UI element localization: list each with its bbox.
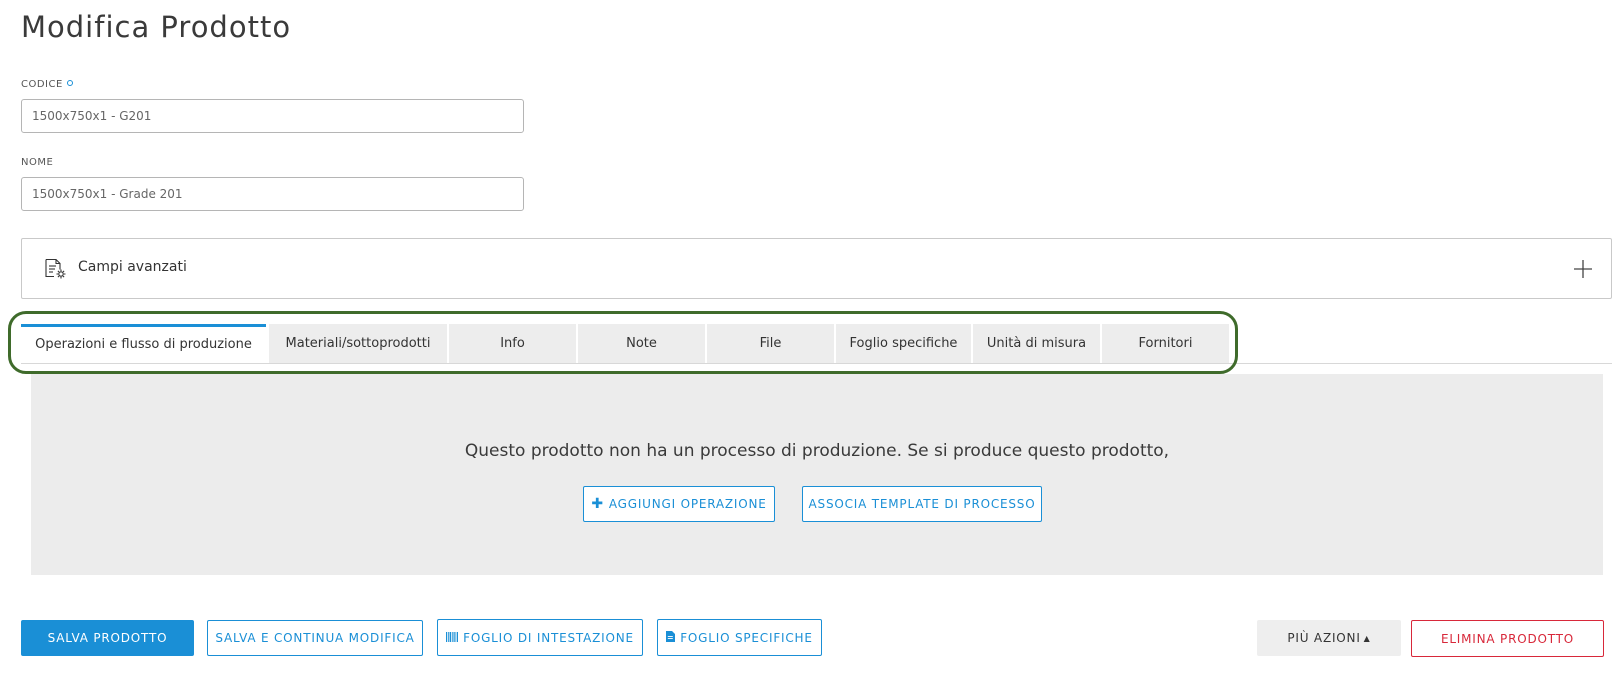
advanced-fields-label: Campi avanzati: [78, 259, 187, 275]
caret-up-icon: ▲: [1363, 633, 1371, 643]
tabs-divider: [21, 363, 1612, 364]
plus-icon: ✚: [591, 496, 604, 512]
more-actions-button[interactable]: PIÙ AZIONI ▲: [1257, 620, 1401, 656]
associate-template-button[interactable]: ASSOCIA TEMPLATE DI PROCESSO: [802, 486, 1042, 522]
tab-info[interactable]: Info: [449, 324, 576, 363]
tab-fornitori[interactable]: Fornitori: [1102, 324, 1229, 363]
tab-file[interactable]: File: [707, 324, 834, 363]
page-title: Modifica Prodotto: [21, 10, 292, 44]
document-settings-icon: [44, 258, 68, 284]
tab-operazioni[interactable]: Operazioni e flusso di produzione: [21, 324, 266, 363]
delete-product-button[interactable]: ELIMINA PRODOTTO: [1411, 620, 1604, 657]
header-sheet-button[interactable]: FOGLIO DI INTESTAZIONE: [437, 619, 643, 656]
tab-unita-misura[interactable]: Unità di misura: [973, 324, 1100, 363]
spec-sheet-button[interactable]: FOGLIO SPECIFICHE: [657, 619, 822, 656]
codice-input[interactable]: [21, 99, 524, 133]
barcode-icon: [446, 631, 459, 645]
empty-process-message: Questo prodotto non ha un processo di pr…: [464, 441, 1170, 461]
add-operation-button[interactable]: ✚ AGGIUNGI OPERAZIONE: [583, 486, 775, 522]
plus-icon[interactable]: [1573, 259, 1593, 283]
nome-input[interactable]: [21, 177, 524, 211]
tab-foglio-specifiche[interactable]: Foglio specifiche: [836, 324, 971, 363]
tab-materiali[interactable]: Materiali/sottoprodotti: [269, 324, 447, 363]
save-continue-button[interactable]: SALVA E CONTINUA MODIFICA: [207, 620, 423, 656]
advanced-fields-panel[interactable]: Campi avanzati: [21, 238, 1612, 299]
nome-label: NOME: [21, 157, 54, 168]
codice-label: CODICE: [21, 79, 73, 90]
production-process-panel: Questo prodotto non ha un processo di pr…: [31, 374, 1603, 575]
tab-note[interactable]: Note: [578, 324, 705, 363]
required-indicator-icon: [66, 80, 73, 86]
file-icon: [666, 630, 676, 645]
save-product-button[interactable]: SALVA PRODOTTO: [21, 620, 194, 656]
